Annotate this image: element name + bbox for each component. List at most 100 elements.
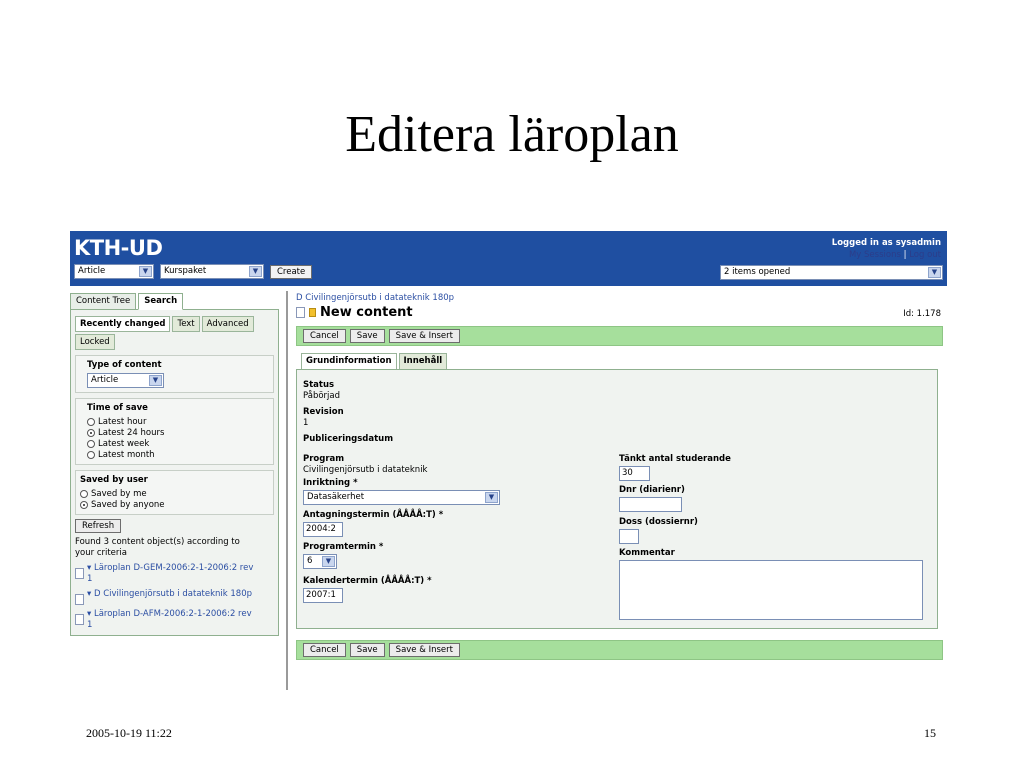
editor-panel: D Civilingenjörsutb i datateknik 180p Ne… (296, 293, 943, 660)
subtab-advanced[interactable]: Advanced (201, 316, 254, 332)
log-out-link[interactable]: Log out (909, 250, 941, 260)
saved-by-group: Saved by user Saved by me Saved by anyon… (75, 470, 274, 515)
status-value: Påbörjad (303, 391, 341, 401)
radio-label: Latest week (98, 438, 150, 449)
my-sessions-link[interactable]: My Sessions (849, 250, 901, 260)
status-field: Status Påbörjad (303, 380, 340, 401)
toolbar-row: Article ▼ Kurspaket ▼ Create (74, 264, 313, 279)
slide-date: 2005-10-19 11:22 (86, 726, 172, 740)
type-of-content-select[interactable]: Article ▼ (87, 373, 164, 388)
lock-icon (309, 308, 316, 317)
breadcrumb[interactable]: D Civilingenjörsutb i datateknik 180p (296, 293, 943, 303)
publiceringsdatum-field: Publiceringsdatum (303, 434, 393, 444)
chevron-down-icon: ▼ (149, 375, 162, 386)
cms-app: KTH-UD Logged in as sysadmin My Sessions… (70, 231, 947, 690)
tankt-antal-input[interactable]: 30 (619, 466, 650, 481)
result-label: ▾ D Civilingenjörsutb i datateknik 180p (87, 589, 253, 599)
kommentar-textarea[interactable] (619, 560, 923, 620)
tankt-antal-label: Tänkt antal studerande (619, 454, 731, 464)
antagningstermin-input[interactable]: 2004:2 (303, 522, 343, 537)
panel-divider[interactable] (286, 291, 288, 690)
search-result[interactable]: ▾ Läroplan D-GEM-2006:2-1-2006:2 rev 1 (75, 563, 255, 585)
radio-saved-by-anyone[interactable]: Saved by anyone (80, 499, 269, 510)
top-links: My Sessions | Log out (849, 250, 941, 260)
subtab-recently-changed[interactable]: Recently changed (75, 316, 171, 332)
subtab-text[interactable]: Text (172, 316, 200, 332)
kalendertermin-label: Kalendertermin (ÅÅÅÅ:T) * (303, 576, 432, 586)
programtermin-select[interactable]: 6 ▼ (303, 554, 337, 569)
refresh-button[interactable]: Refresh (75, 519, 122, 533)
revision-field: Revision 1 (303, 407, 344, 428)
inriktning-select[interactable]: Datasäkerhet ▼ (303, 490, 500, 505)
type-of-content-group: Type of content Article ▼ (75, 355, 274, 393)
left-panel: Content Tree Search Recently changed Tex… (70, 293, 281, 636)
save-button[interactable]: Save (349, 643, 385, 657)
tab-innehall[interactable]: Innehåll (398, 353, 448, 370)
create-button[interactable]: Create (270, 264, 313, 279)
chevron-down-icon: ▼ (928, 267, 941, 278)
radio-latest-month[interactable]: Latest month (87, 449, 269, 460)
save-button[interactable]: Save (349, 329, 385, 343)
top-bar: KTH-UD Logged in as sysadmin My Sessions… (70, 231, 947, 286)
dnr-input[interactable] (619, 497, 682, 512)
publiceringsdatum-label: Publiceringsdatum (303, 434, 394, 444)
antagningstermin-field: Antagningstermin (ÅÅÅÅ:T) * 2004:2 (303, 510, 443, 537)
status-label: Status (303, 380, 335, 390)
search-result[interactable]: ▾ Läroplan D-AFM-2006:2-1-2006:2 rev 1 (75, 609, 255, 631)
radio-label: Latest hour (98, 416, 147, 427)
cancel-button[interactable]: Cancel (303, 643, 346, 657)
doss-input[interactable] (619, 529, 639, 544)
radio-label: Latest 24 hours (98, 427, 165, 438)
subtab-locked[interactable]: Locked (75, 334, 115, 350)
save-insert-button[interactable]: Save & Insert (388, 329, 460, 343)
form-box: Status Påbörjad Revision 1 Publiceringsd… (296, 369, 938, 629)
bottom-action-bar: Cancel Save Save & Insert (296, 640, 943, 660)
programtermin-value: 6 (307, 556, 313, 566)
chevron-down-icon: ▼ (322, 556, 335, 567)
left-tabs: Content Tree Search (70, 293, 281, 310)
tab-grundinformation[interactable]: Grundinformation (301, 353, 397, 370)
radio-label: Latest month (98, 449, 155, 460)
doss-label: Doss (dossiernr) (619, 517, 698, 527)
programtermin-label: Programtermin * (303, 542, 384, 552)
radio-label: Saved by anyone (91, 499, 165, 510)
radio-latest-hour[interactable]: Latest hour (87, 416, 269, 427)
opened-items-select[interactable]: 2 items opened ▼ (720, 265, 943, 280)
dnr-field: Dnr (diarienr) (619, 485, 685, 512)
package-select[interactable]: Kurspaket ▼ (160, 264, 264, 279)
search-box: Recently changed Text Advanced Locked Ty… (70, 309, 279, 636)
doss-field: Doss (dossiernr) (619, 517, 698, 544)
inriktning-label: Inriktning * (303, 478, 358, 488)
chevron-down-icon: ▼ (249, 266, 262, 277)
search-result[interactable]: ▾ D Civilingenjörsutb i datateknik 180p (75, 589, 255, 605)
save-insert-button[interactable]: Save & Insert (388, 643, 460, 657)
radio-button-icon (87, 450, 95, 459)
opened-items-value: 2 items opened (724, 267, 791, 277)
refresh-row: Refresh (75, 519, 274, 533)
content-type-select[interactable]: Article ▼ (74, 264, 154, 279)
radio-button-icon (80, 500, 88, 509)
radio-label: Saved by me (91, 488, 147, 499)
inriktning-field: Inriktning * Datasäkerhet ▼ (303, 478, 500, 505)
radio-button-icon (87, 417, 95, 426)
kalendertermin-input[interactable]: 2007:1 (303, 588, 343, 603)
found-text: Found 3 content object(s) according to y… (75, 537, 240, 558)
result-label: ▾ Läroplan D-GEM-2006:2-1-2006:2 rev 1 (87, 563, 254, 584)
tab-search[interactable]: Search (138, 293, 184, 310)
editor-heading: New content (296, 305, 413, 320)
top-action-bar: Cancel Save Save & Insert (296, 326, 943, 346)
app-logo: KTH-UD (74, 236, 163, 260)
radio-saved-by-me[interactable]: Saved by me (80, 488, 269, 499)
dnr-label: Dnr (diarienr) (619, 485, 685, 495)
document-icon (75, 614, 84, 625)
inriktning-value: Datasäkerhet (307, 492, 365, 502)
radio-latest-week[interactable]: Latest week (87, 438, 269, 449)
time-of-save-title: Time of save (87, 403, 148, 413)
tab-content-tree[interactable]: Content Tree (70, 293, 137, 310)
document-icon (75, 594, 84, 605)
chevron-down-icon: ▼ (485, 492, 498, 503)
radio-latest-24-hours[interactable]: Latest 24 hours (87, 427, 269, 438)
page-title: New content (320, 305, 413, 320)
cancel-button[interactable]: Cancel (303, 329, 346, 343)
chevron-down-icon: ▼ (139, 266, 152, 277)
